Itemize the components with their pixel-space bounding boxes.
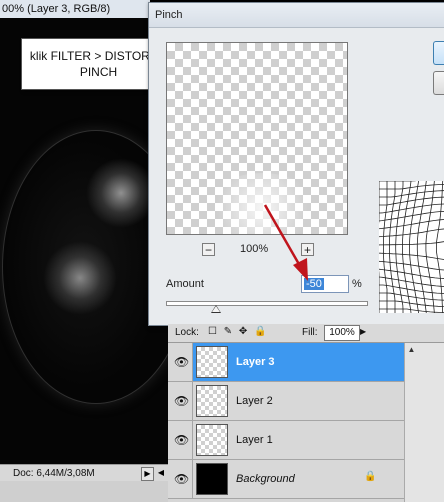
eye-icon: 👁 (174, 355, 190, 369)
grid-line (416, 181, 427, 313)
visibility-toggle[interactable]: 👁 (168, 382, 193, 420)
fill-label: Fill: (302, 327, 318, 338)
cancel-button[interactable] (433, 71, 444, 95)
layer-thumbnail (196, 424, 228, 456)
zoom-in-button[interactable]: + (301, 243, 314, 256)
layer-name: Layer 3 (236, 356, 275, 368)
eye-icon: 👁 (174, 472, 190, 486)
layer-thumbnail (196, 385, 228, 417)
amount-input[interactable]: -50 (301, 275, 349, 293)
grid-line (395, 181, 404, 313)
amount-value: -50 (304, 278, 324, 290)
canvas-light-spot (86, 158, 156, 228)
layers-lock-bar: Lock: ☐ ✎ ✥ 🔒 Fill: 100% ▶ (168, 324, 444, 343)
status-menu-arrow-icon[interactable]: ▶ (141, 467, 154, 481)
status-bar: Doc: 6,44M/3,08M ▶ ◀ (0, 464, 168, 482)
grid-line (379, 252, 444, 260)
layer-name: Layer 2 (236, 395, 273, 407)
layers-scrollbar[interactable] (404, 343, 444, 502)
amount-unit: % (352, 278, 362, 290)
layer-name: Layer 1 (236, 434, 273, 446)
visibility-toggle[interactable]: 👁 (168, 460, 193, 498)
grid-line (379, 228, 444, 238)
eye-icon: 👁 (174, 394, 190, 408)
grid-line (379, 284, 444, 294)
grid-line (379, 292, 444, 301)
layer-row-layer-1[interactable]: 👁 Layer 1 (168, 421, 404, 460)
zoom-level: 100% (240, 243, 269, 255)
layer-row-layer-3[interactable]: 👁 Layer 3 (168, 343, 404, 382)
layer-thumbnail (196, 346, 228, 378)
lock-icon: 🔒 (364, 471, 377, 482)
ok-button[interactable] (433, 41, 444, 65)
grid-line (379, 196, 444, 206)
lock-options-icons[interactable]: ☐ ✎ ✥ 🔒 (208, 326, 269, 337)
eye-icon: 👁 (174, 433, 190, 447)
layer-name: Background (236, 473, 295, 485)
layer-row-background[interactable]: 👁 Background 🔒 (168, 460, 404, 499)
layers-list: ▲ 👁 Layer 3 👁 Layer 2 👁 Layer 1 👁 Backgr… (168, 343, 444, 502)
grid-line (379, 190, 444, 198)
doc-size-status: Doc: 6,44M/3,08M (13, 468, 95, 479)
grid-line (425, 181, 435, 313)
dialog-title: Pinch (155, 9, 183, 21)
amount-slider-thumb[interactable] (211, 305, 221, 313)
visibility-toggle[interactable]: 👁 (168, 343, 193, 381)
grid-line (379, 241, 444, 246)
zoom-out-button[interactable]: − (202, 243, 215, 256)
lock-label: Lock: (175, 327, 199, 338)
grid-line (379, 210, 444, 222)
canvas-window-title: 00% (Layer 3, RGB/8) (0, 0, 150, 19)
amount-slider-track[interactable] (166, 301, 368, 306)
canvas-title-text: 00% (Layer 3, RGB/8) (2, 3, 111, 15)
pinch-grid-icon (379, 181, 444, 313)
fill-dropdown-icon[interactable]: ▶ (360, 327, 366, 336)
canvas-bottom-strip (0, 481, 168, 502)
canvas-light-spot (44, 240, 116, 316)
pinch-grid-preview (379, 181, 444, 313)
preview-haze (207, 173, 317, 234)
filter-preview[interactable] (166, 42, 348, 235)
scroll-up-icon[interactable]: ▲ (405, 343, 418, 356)
grid-line (379, 276, 444, 287)
grid-line (379, 184, 444, 190)
amount-label: Amount (166, 278, 204, 290)
fill-input[interactable]: 100% (324, 325, 360, 341)
grid-line (379, 300, 444, 307)
layer-thumbnail (196, 463, 228, 495)
scroll-left-icon[interactable]: ◀ (155, 467, 167, 479)
grid-line (379, 203, 444, 214)
layer-row-layer-2[interactable]: 👁 Layer 2 (168, 382, 404, 421)
pinch-dialog: Pinch − 100% + Amount -50 % (148, 2, 444, 326)
visibility-toggle[interactable]: 👁 (168, 421, 193, 459)
dialog-title-bar[interactable]: Pinch (149, 3, 444, 28)
